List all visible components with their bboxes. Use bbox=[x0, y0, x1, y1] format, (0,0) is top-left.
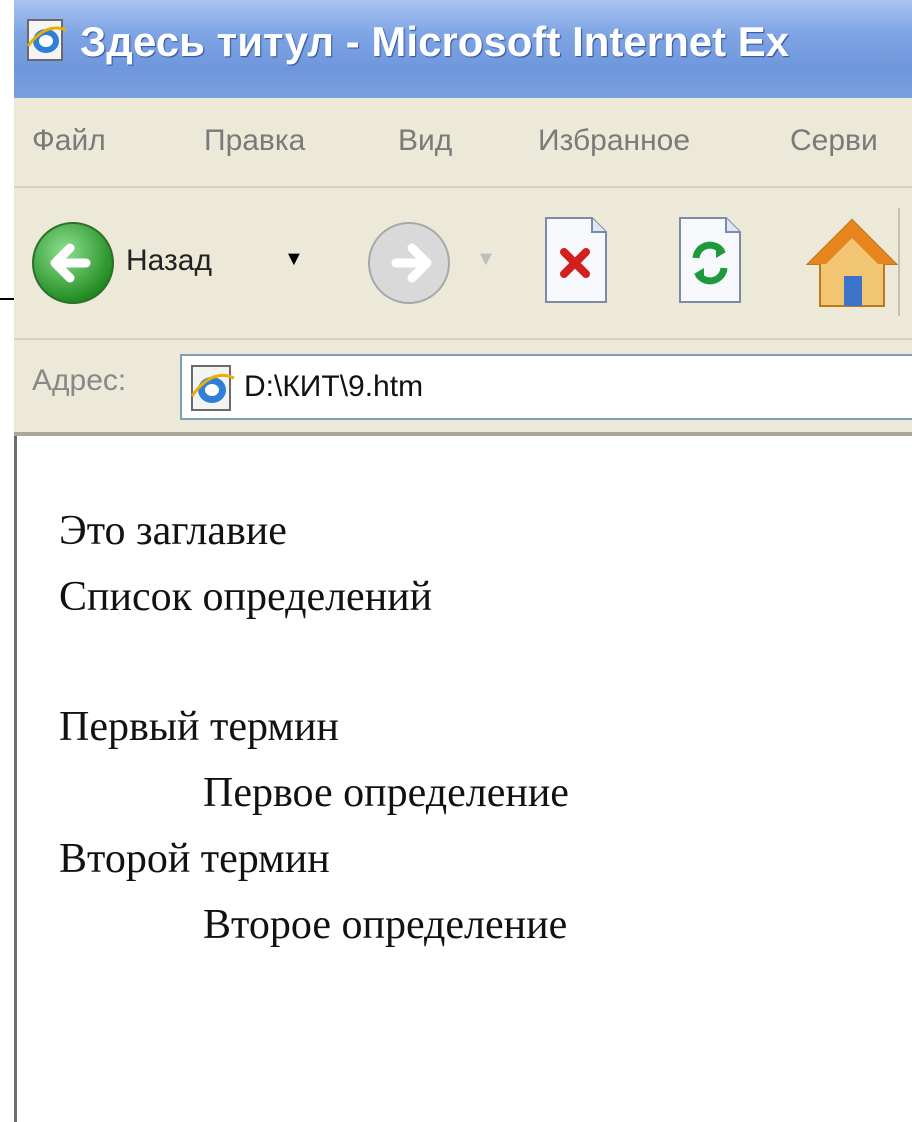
menu-bar: Файл Правка Вид Избранное Серви bbox=[14, 98, 912, 188]
definition-description: Второе определение bbox=[203, 902, 568, 948]
definition-description: Первое определение bbox=[203, 770, 569, 816]
window-title: Здесь титул - Microsoft Internet Ex bbox=[80, 18, 790, 65]
forward-arrow-icon[interactable] bbox=[364, 218, 454, 308]
back-arrow-icon bbox=[32, 222, 114, 304]
toolbar: Назад ▼ ▼ bbox=[14, 188, 912, 340]
refresh-icon[interactable] bbox=[674, 214, 746, 306]
back-button[interactable]: Назад bbox=[28, 218, 258, 308]
address-bar: Адрес: bbox=[14, 340, 912, 436]
menu-file[interactable]: Файл bbox=[32, 124, 106, 158]
home-icon[interactable] bbox=[804, 210, 900, 310]
address-input[interactable] bbox=[244, 362, 894, 412]
menu-tools[interactable]: Серви bbox=[790, 124, 878, 158]
menu-favorites[interactable]: Избранное bbox=[538, 124, 690, 158]
stop-icon[interactable] bbox=[540, 214, 612, 306]
title-bar[interactable]: Здесь титул - Microsoft Internet Ex bbox=[14, 0, 912, 98]
forward-history-chevron-icon[interactable]: ▼ bbox=[476, 248, 496, 271]
back-history-chevron-icon[interactable]: ▼ bbox=[284, 248, 304, 271]
address-label: Адрес: bbox=[32, 364, 127, 397]
page-edge-line bbox=[0, 298, 14, 300]
address-field[interactable] bbox=[180, 354, 912, 420]
ie-page-icon bbox=[190, 365, 235, 411]
page-heading: Это заглавие bbox=[59, 508, 287, 554]
toolbar-separator bbox=[898, 208, 900, 316]
definition-term: Первый термин bbox=[59, 704, 339, 750]
browser-window: Здесь титул - Microsoft Internet Ex Файл… bbox=[14, 0, 912, 1122]
definition-list-title: Список определений bbox=[59, 574, 433, 620]
menu-view[interactable]: Вид bbox=[398, 124, 452, 158]
back-label: Назад bbox=[126, 244, 212, 277]
definition-term: Второй термин bbox=[59, 836, 330, 882]
page-content: Это заглавие Список определений Первый т… bbox=[14, 436, 912, 1122]
ie-page-icon bbox=[26, 19, 67, 61]
menu-edit[interactable]: Правка bbox=[204, 124, 305, 158]
document-body: Это заглавие Список определений Первый т… bbox=[59, 498, 569, 958]
